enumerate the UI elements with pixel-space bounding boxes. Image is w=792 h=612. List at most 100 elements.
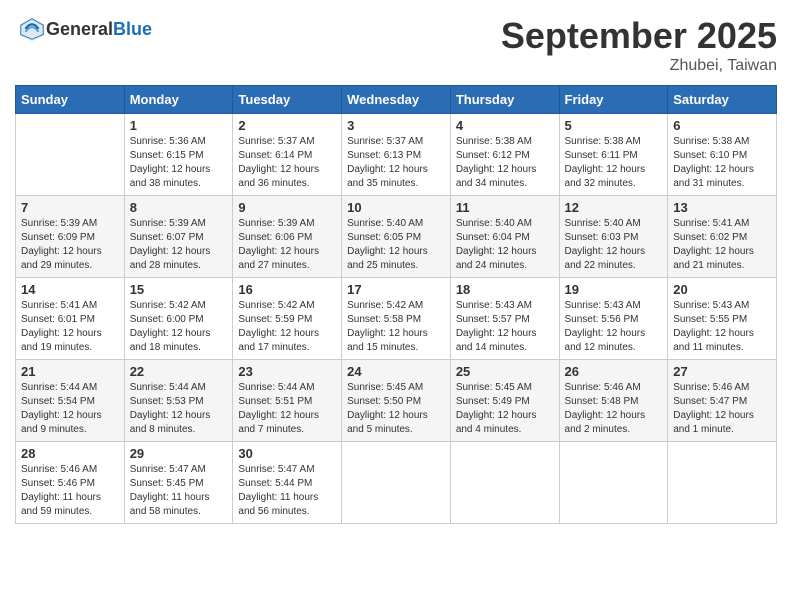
day-of-week-header: Saturday [668, 86, 777, 114]
calendar-cell: 18 Sunrise: 5:43 AM Sunset: 5:57 PM Dayli… [450, 278, 559, 360]
day-number: 19 [565, 282, 663, 297]
day-info: Sunrise: 5:43 AM Sunset: 5:56 PM Dayligh… [565, 299, 663, 355]
calendar-cell: 2Sunrise: 5:37 AM Sunset: 6:14 PM Daylig… [233, 114, 342, 196]
day-info: Sunrise: 5:44 AM Sunset: 5:51 PM Dayligh… [238, 381, 336, 437]
day-of-week-header: Thursday [450, 86, 559, 114]
day-info: Sunrise: 5:43 AM Sunset: 5:57 PM Dayligh… [456, 299, 554, 355]
day-number: 20 [673, 282, 771, 297]
calendar-cell: 1 Sunrise: 5:36 AM Sunset: 6:15 PM Daylig… [124, 114, 233, 196]
calendar-cell: 13 Sunrise: 5:41 AM Sunset: 6:02 PM Dayli… [668, 196, 777, 278]
day-info: Sunrise: 5:42 AM Sunset: 6:00 PM Dayligh… [130, 299, 228, 355]
logo-icon [18, 15, 46, 43]
day-number: 7 [21, 200, 119, 215]
calendar-cell: 11Sunrise: 5:40 AM Sunset: 6:04 PM Dayli… [450, 196, 559, 278]
day-number: 17 [347, 282, 445, 297]
day-number: 30 [238, 446, 336, 461]
day-info: Sunrise: 5:44 AM Sunset: 5:53 PM Dayligh… [130, 381, 228, 437]
day-number: 5 [565, 118, 663, 133]
day-info: Sunrise: 5:39 AM Sunset: 6:09 PM Dayligh… [21, 217, 119, 273]
day-number: 4 [456, 118, 554, 133]
day-number: 2 [238, 118, 336, 133]
calendar-cell: 27 Sunrise: 5:46 AM Sunset: 5:47 PM Dayli… [668, 360, 777, 442]
day-number: 21 [21, 364, 119, 379]
calendar: SundayMondayTuesdayWednesdayThursdayFrid… [15, 85, 777, 524]
calendar-cell: 7 Sunrise: 5:39 AM Sunset: 6:09 PM Daylig… [16, 196, 125, 278]
day-info: Sunrise: 5:39 AM Sunset: 6:06 PM Dayligh… [238, 217, 336, 273]
calendar-week-row: 28 Sunrise: 5:46 AM Sunset: 5:46 PM Dayli… [16, 442, 777, 524]
day-info: Sunrise: 5:41 AM Sunset: 6:02 PM Dayligh… [673, 217, 771, 273]
calendar-cell: 22 Sunrise: 5:44 AM Sunset: 5:53 PM Dayli… [124, 360, 233, 442]
day-info: Sunrise: 5:38 AM Sunset: 6:12 PM Dayligh… [456, 135, 554, 191]
calendar-cell: 3 Sunrise: 5:37 AM Sunset: 6:13 PM Daylig… [342, 114, 451, 196]
header: GeneralBlue September 2025 Zhubei, Taiwa… [15, 15, 777, 75]
day-number: 26 [565, 364, 663, 379]
day-number: 9 [238, 200, 336, 215]
day-number: 23 [238, 364, 336, 379]
calendar-week-row: 14 Sunrise: 5:41 AM Sunset: 6:01 PM Dayli… [16, 278, 777, 360]
day-number: 6 [673, 118, 771, 133]
day-number: 27 [673, 364, 771, 379]
calendar-cell: 25 Sunrise: 5:45 AM Sunset: 5:49 PM Dayli… [450, 360, 559, 442]
day-info: Sunrise: 5:44 AM Sunset: 5:54 PM Dayligh… [21, 381, 119, 437]
logo-text-blue: Blue [113, 19, 152, 39]
calendar-header-row: SundayMondayTuesdayWednesdayThursdayFrid… [16, 86, 777, 114]
day-number: 14 [21, 282, 119, 297]
calendar-cell: 14 Sunrise: 5:41 AM Sunset: 6:01 PM Dayli… [16, 278, 125, 360]
day-info: Sunrise: 5:40 AM Sunset: 6:05 PM Dayligh… [347, 217, 445, 273]
day-number: 13 [673, 200, 771, 215]
calendar-cell: 6 Sunrise: 5:38 AM Sunset: 6:10 PM Daylig… [668, 114, 777, 196]
day-info: Sunrise: 5:41 AM Sunset: 6:01 PM Dayligh… [21, 299, 119, 355]
day-number: 10 [347, 200, 445, 215]
calendar-cell: 9 Sunrise: 5:39 AM Sunset: 6:06 PM Daylig… [233, 196, 342, 278]
day-number: 15 [130, 282, 228, 297]
day-number: 29 [130, 446, 228, 461]
day-info: Sunrise: 5:46 AM Sunset: 5:46 PM Dayligh… [21, 463, 119, 519]
day-of-week-header: Wednesday [342, 86, 451, 114]
calendar-cell [342, 442, 451, 524]
calendar-cell [450, 442, 559, 524]
calendar-cell: 10 Sunrise: 5:40 AM Sunset: 6:05 PM Dayli… [342, 196, 451, 278]
calendar-cell: 26 Sunrise: 5:46 AM Sunset: 5:48 PM Dayli… [559, 360, 668, 442]
location-title: Zhubei, Taiwan [501, 57, 777, 75]
day-number: 18 [456, 282, 554, 297]
day-info: Sunrise: 5:37 AM Sunset: 6:13 PM Dayligh… [347, 135, 445, 191]
day-number: 28 [21, 446, 119, 461]
day-number: 24 [347, 364, 445, 379]
day-info: Sunrise: 5:43 AM Sunset: 5:55 PM Dayligh… [673, 299, 771, 355]
day-info: Sunrise: 5:46 AM Sunset: 5:47 PM Dayligh… [673, 381, 771, 437]
calendar-cell: 20 Sunrise: 5:43 AM Sunset: 5:55 PM Dayli… [668, 278, 777, 360]
calendar-week-row: 21 Sunrise: 5:44 AM Sunset: 5:54 PM Dayli… [16, 360, 777, 442]
calendar-cell: 8 Sunrise: 5:39 AM Sunset: 6:07 PM Daylig… [124, 196, 233, 278]
calendar-cell: 30 Sunrise: 5:47 AM Sunset: 5:44 PM Dayli… [233, 442, 342, 524]
day-number: 25 [456, 364, 554, 379]
logo: GeneralBlue [15, 15, 152, 43]
calendar-cell [668, 442, 777, 524]
day-info: Sunrise: 5:46 AM Sunset: 5:48 PM Dayligh… [565, 381, 663, 437]
day-number: 16 [238, 282, 336, 297]
day-number: 8 [130, 200, 228, 215]
month-title: September 2025 [501, 15, 777, 57]
day-info: Sunrise: 5:38 AM Sunset: 6:10 PM Dayligh… [673, 135, 771, 191]
day-number: 3 [347, 118, 445, 133]
day-number: 1 [130, 118, 228, 133]
calendar-cell: 23 Sunrise: 5:44 AM Sunset: 5:51 PM Dayli… [233, 360, 342, 442]
day-info: Sunrise: 5:39 AM Sunset: 6:07 PM Dayligh… [130, 217, 228, 273]
day-info: Sunrise: 5:40 AM Sunset: 6:03 PM Dayligh… [565, 217, 663, 273]
day-info: Sunrise: 5:45 AM Sunset: 5:49 PM Dayligh… [456, 381, 554, 437]
day-info: Sunrise: 5:36 AM Sunset: 6:15 PM Dayligh… [130, 135, 228, 191]
calendar-cell: 28 Sunrise: 5:46 AM Sunset: 5:46 PM Dayli… [16, 442, 125, 524]
calendar-cell [16, 114, 125, 196]
calendar-week-row: 1 Sunrise: 5:36 AM Sunset: 6:15 PM Daylig… [16, 114, 777, 196]
calendar-cell: 24Sunrise: 5:45 AM Sunset: 5:50 PM Dayli… [342, 360, 451, 442]
day-of-week-header: Monday [124, 86, 233, 114]
day-number: 12 [565, 200, 663, 215]
day-info: Sunrise: 5:47 AM Sunset: 5:44 PM Dayligh… [238, 463, 336, 519]
day-of-week-header: Sunday [16, 86, 125, 114]
day-number: 22 [130, 364, 228, 379]
day-of-week-header: Tuesday [233, 86, 342, 114]
title-area: September 2025 Zhubei, Taiwan [501, 15, 777, 75]
calendar-cell: 21 Sunrise: 5:44 AM Sunset: 5:54 PM Dayli… [16, 360, 125, 442]
day-number: 11 [456, 200, 554, 215]
calendar-cell [559, 442, 668, 524]
calendar-cell: 15 Sunrise: 5:42 AM Sunset: 6:00 PM Dayli… [124, 278, 233, 360]
